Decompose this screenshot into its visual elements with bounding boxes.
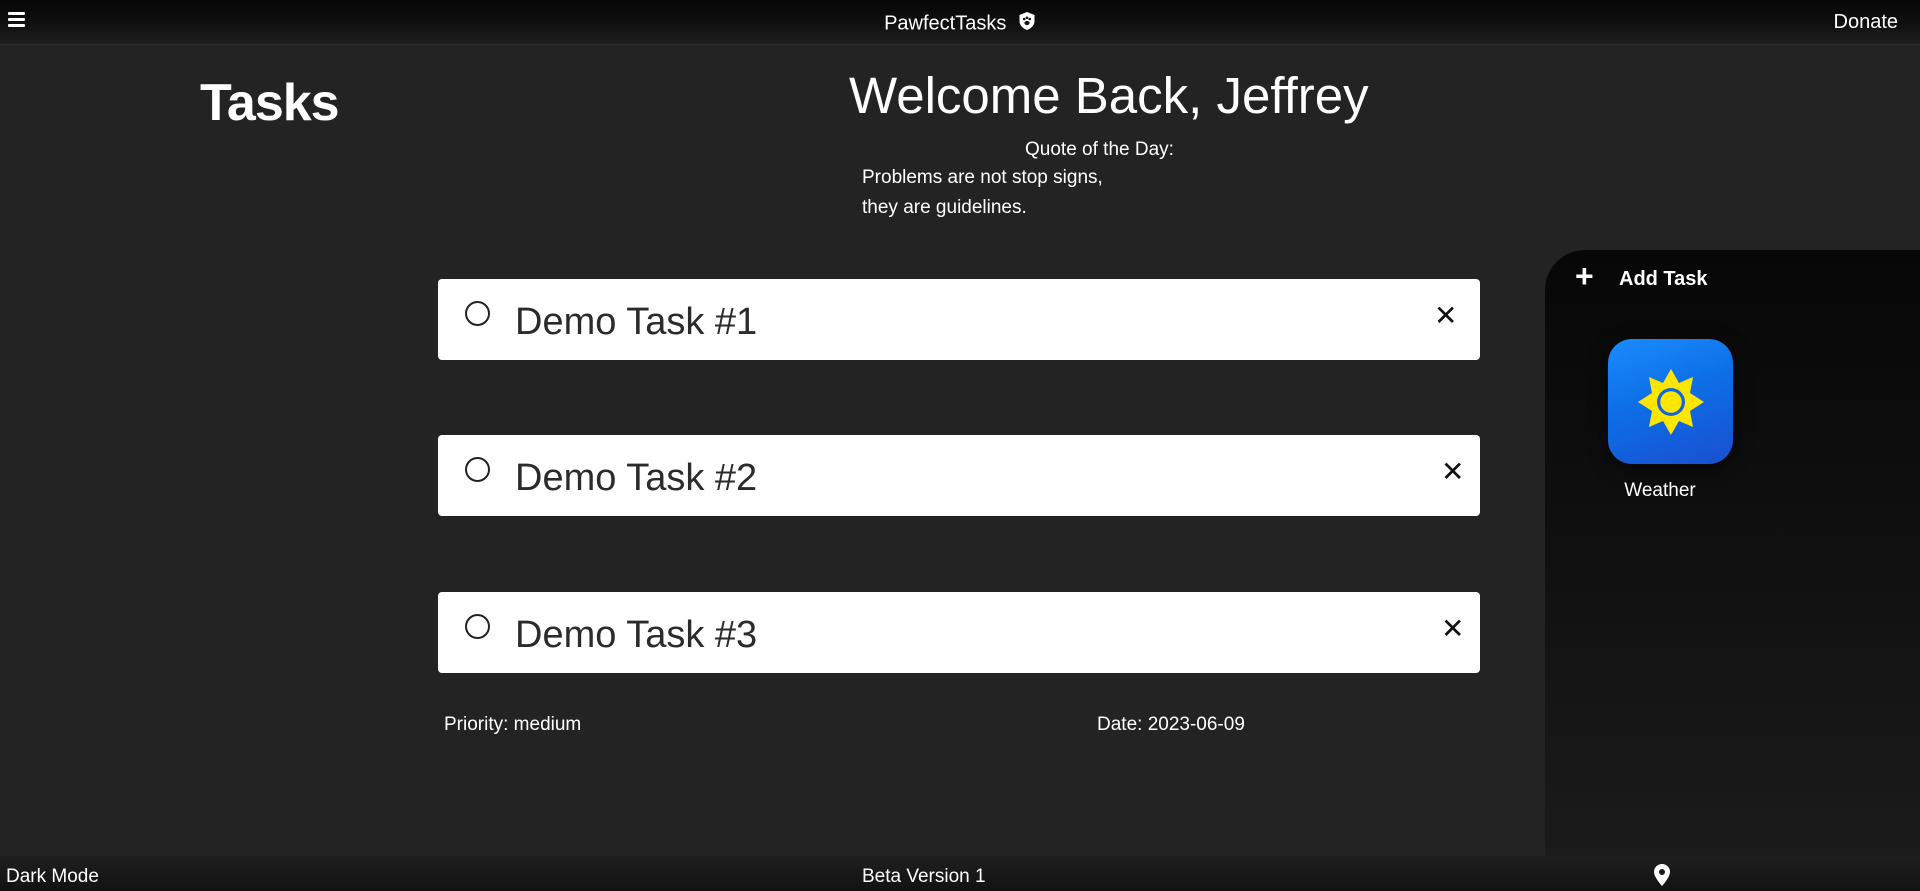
task-card[interactable]: Demo Task #3 ✕ bbox=[438, 592, 1480, 673]
task-card[interactable]: Demo Task #2 ✕ bbox=[438, 435, 1480, 516]
bottom-bar: Dark Mode Beta Version 1 bbox=[0, 856, 1920, 891]
task-card[interactable]: Demo Task #1 ✕ bbox=[438, 279, 1480, 360]
quote-text-line-1: Problems are not stop signs, bbox=[862, 167, 1103, 188]
task-priority: Priority: medium bbox=[444, 714, 582, 735]
add-task-label: Add Task bbox=[1619, 268, 1708, 290]
task-name: Demo Task #1 bbox=[515, 301, 758, 343]
app-page: PawfectTasks Donate Tasks Welcome Back, … bbox=[0, 0, 1920, 891]
task-date: Date: 2023-06-09 bbox=[1097, 714, 1245, 735]
circle-checkbox-icon[interactable] bbox=[465, 614, 490, 639]
circle-checkbox-icon[interactable] bbox=[465, 457, 490, 482]
quote-text-line-2: they are guidelines. bbox=[862, 197, 1027, 218]
weather-app-tile[interactable] bbox=[1608, 339, 1733, 464]
close-icon[interactable]: ✕ bbox=[1434, 302, 1457, 330]
quote-label: Quote of the Day: bbox=[1025, 139, 1174, 160]
task-name: Demo Task #2 bbox=[515, 457, 758, 499]
sun-icon bbox=[1638, 369, 1704, 435]
dark-mode-toggle[interactable]: Dark Mode bbox=[6, 866, 99, 888]
plus-icon: + bbox=[1575, 258, 1594, 294]
task-name: Demo Task #3 bbox=[515, 614, 758, 656]
tasks-heading: Tasks bbox=[200, 74, 340, 132]
weather-app-label: Weather bbox=[1624, 480, 1696, 501]
circle-checkbox-icon[interactable] bbox=[465, 301, 490, 326]
side-panel: + Add Task Weather bbox=[1545, 250, 1920, 856]
donate-link[interactable]: Donate bbox=[1834, 11, 1899, 34]
app-title: PawfectTasks bbox=[884, 12, 1007, 35]
app-brand: PawfectTasks bbox=[0, 11, 1920, 37]
top-nav-bar: PawfectTasks Donate bbox=[0, 0, 1920, 45]
map-pin-icon[interactable] bbox=[1654, 864, 1670, 891]
welcome-heading: Welcome Back, Jeffrey bbox=[849, 67, 1369, 124]
paw-shield-icon bbox=[1018, 11, 1036, 37]
close-icon[interactable]: ✕ bbox=[1441, 615, 1464, 643]
version-label: Beta Version 1 bbox=[862, 866, 986, 887]
close-icon[interactable]: ✕ bbox=[1441, 458, 1464, 486]
